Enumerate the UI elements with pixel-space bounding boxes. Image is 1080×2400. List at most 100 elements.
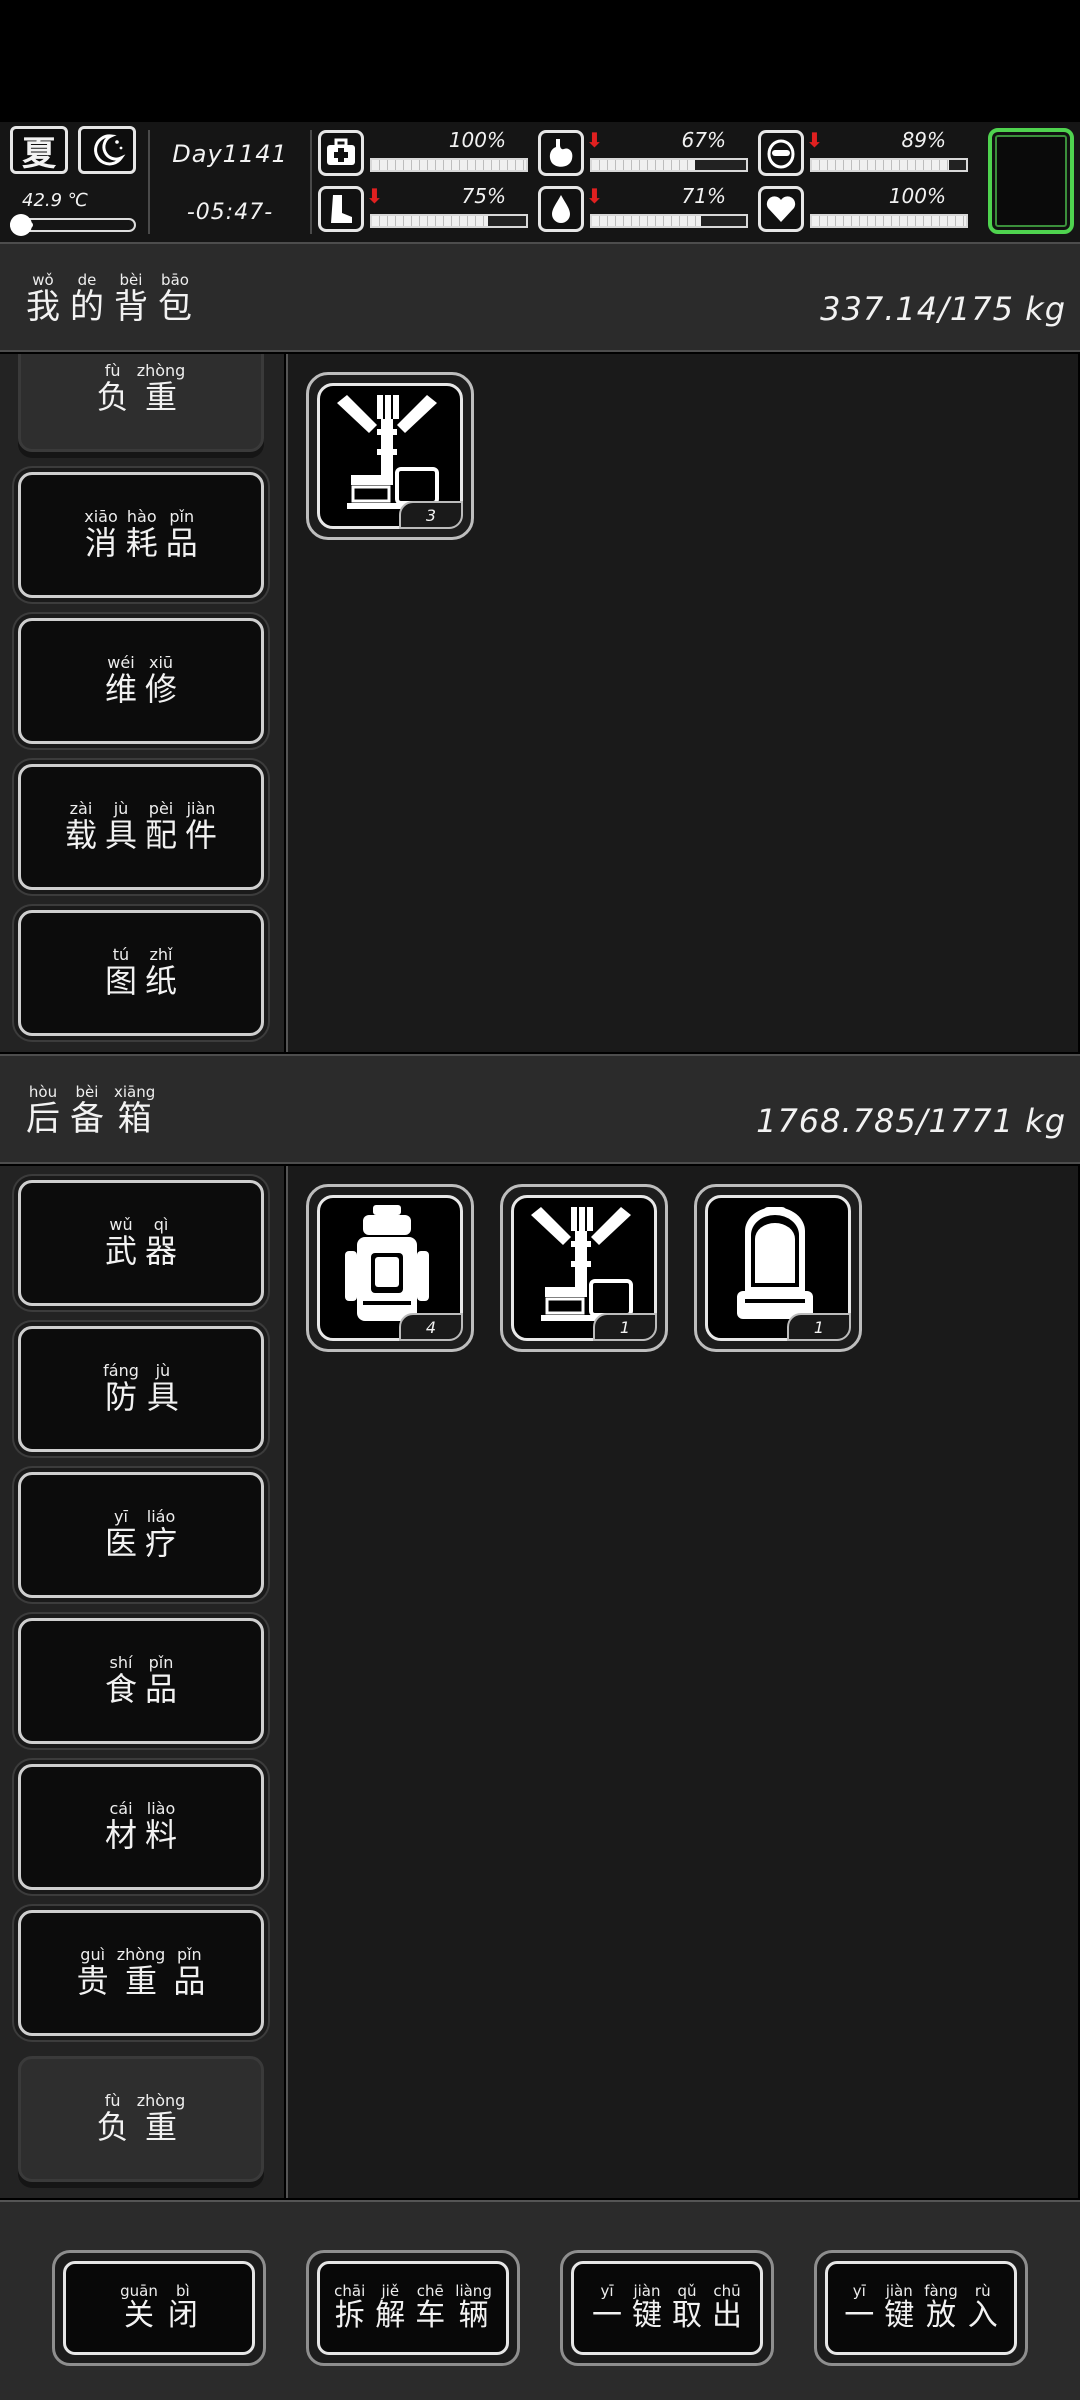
category-button[interactable]: wǔ 武 qì 器 [18,1180,264,1306]
item-count: 4 [399,1313,463,1341]
divider [310,130,312,234]
pinyin: chāi [334,2282,366,2300]
equipped-slot[interactable] [988,128,1074,234]
hanzi: 解 [375,2298,406,2333]
pinyin: liàng [455,2282,492,2300]
category-button[interactable]: xiāo 消 hào 耗 pǐn 品 [18,472,264,598]
season-badge[interactable]: 夏 [10,126,68,174]
pinyin: qǔ [677,2282,697,2300]
pinyin: liào [146,1799,176,1818]
item-slot[interactable]: 4 [306,1184,474,1352]
hanzi: 出 [712,2298,742,2333]
category-button[interactable]: fù 负 zhòng 重 [18,354,264,452]
button-face: yī 一 jiàn 键 qǔ 取 chū 出 [571,2261,763,2355]
hanzi: 闭 [167,2298,198,2333]
label-char: wéi 维 [105,655,137,708]
pinyin: jiàn [633,2282,661,2300]
label-char: yī 一 [592,2283,622,2333]
stat-bar [590,158,748,172]
label-char: guān 关 [120,2283,158,2333]
pinyin: guì [80,1945,106,1964]
label-char: chē 车 [415,2283,445,2333]
category-button[interactable]: guì 贵 zhòng 重 pǐn 品 [18,1910,264,2036]
label-char: shí 食 [105,1655,137,1708]
item-slot[interactable]: 3 [306,372,474,540]
close-button[interactable]: guān 关 bì 闭 [52,2250,266,2366]
hanzi: 医 [104,1524,137,1562]
hanzi: 品 [145,1670,178,1708]
stat-thirst[interactable]: ⬇ 71% [538,184,748,234]
trunk-header: hòu 后 bèi 备 xiāng 箱 1768.785/1771 kg [0,1054,1080,1164]
hanzi: 料 [145,1816,178,1854]
hanzi: 的 [70,287,104,327]
stat-health[interactable]: 100% [318,128,528,178]
moon-icon[interactable] [78,126,136,174]
trunk-title: hòu 后 bèi 备 xiāng 箱 [26,1084,155,1138]
category-button[interactable]: shí 食 pǐn 品 [18,1618,264,1744]
label-char: rù 入 [968,2283,998,2333]
pinyin: rù [974,2282,991,2300]
backpack-category-list[interactable]: fù 负 zhòng 重 xiāo 消 hào 耗 pǐn 品 wéi 维 xiū 修 zài 载 jù 具 pèi… [0,354,284,1052]
hanzi: 载 [64,816,97,854]
hanzi: 具 [104,816,137,854]
label-char: bì 闭 [168,2283,198,2333]
stat-value: 75% [461,184,506,208]
category-button[interactable]: fù 负 zhòng 重 [18,2056,264,2182]
hanzi: 备 [70,1099,104,1139]
game-screen: 夏 42.9 ℃ Day1141 -05:47- 100% ⬇ 67% ⬇ 89% ⬇ 75… [0,0,1080,2400]
pinyin: bèi [119,271,143,289]
label-char: pǐn 品 [173,1947,205,2000]
category-button[interactable]: wéi 维 xiū 修 [18,618,264,744]
pinyin: fàng [924,2282,958,2300]
hanzi: 重 [124,1962,157,2000]
item-slot[interactable]: 1 [500,1184,668,1352]
stat-heart[interactable]: 100% [758,184,968,234]
trunk-category-list[interactable]: wǔ 武 qì 器 fáng 防 jù 具 yī 医 liáo 疗 shí 食 pǐn 品 cái 材 liào 料 g… [0,1166,284,2198]
label-char: zhǐ 纸 [145,947,177,1000]
hanzi: 消 [84,524,117,562]
label-char: zài 载 [64,801,97,854]
dismantle-vehicle-button[interactable]: chāi 拆 jiě 解 chē 车 liàng 辆 [306,2250,520,2366]
item-count: 1 [787,1313,851,1341]
category-button[interactable]: zài 载 jù 具 pèi 配 jiàn 件 [18,764,264,890]
pinyin: bèi [75,1083,99,1101]
pinyin: yī [852,2282,866,2300]
hanzi: 键 [884,2298,915,2333]
put-all-button[interactable]: yī 一 jiàn 键 fàng 放 rù 入 [814,2250,1028,2366]
category-button[interactable]: cái 材 liào 料 [18,1764,264,1890]
day-counter: Day1141 [172,140,288,168]
label-char: liào 料 [145,1799,178,1854]
temperature-label: 42.9 ℃ [22,190,89,211]
stat-mood[interactable]: ⬇ 89% [758,128,968,178]
hanzi: 耗 [125,524,158,562]
pinyin: tú [112,945,130,964]
brain-icon [758,130,804,176]
category-button[interactable]: fáng 防 jù 具 [18,1326,264,1452]
category-button[interactable]: tú 图 zhǐ 纸 [18,910,264,1036]
stat-stamina[interactable]: ⬇ 75% [318,184,528,234]
label-char: qǔ 取 [672,2283,702,2333]
item-slot[interactable]: 1 [694,1184,862,1352]
hanzi: 包 [158,287,192,327]
hanzi: 件 [185,816,218,854]
item-count: 3 [399,501,463,529]
backpack-item-grid: 3 [286,354,1078,1052]
category-button[interactable]: yī 医 liáo 疗 [18,1472,264,1598]
label-char: pèi 配 [145,801,177,854]
label-char: xiāo 消 [84,509,118,562]
stat-bar [810,158,968,172]
pinyin: qì [153,1215,169,1234]
hanzi: 后 [26,1099,60,1139]
label-char: liàng 辆 [455,2283,492,2333]
pinyin: pǐn [148,1653,174,1672]
take-all-button[interactable]: yī 一 jiàn 键 qǔ 取 chū 出 [560,2250,774,2366]
hanzi: 我 [26,287,60,327]
hanzi: 重 [144,378,177,416]
label-char: chāi 拆 [334,2283,365,2333]
label-char: jiàn 件 [185,801,218,854]
stat-hunger[interactable]: ⬇ 67% [538,128,748,178]
pinyin: jiàn [885,2282,913,2300]
stomach-icon [538,130,584,176]
bottom-action-bar: guān 关 bì 闭 chāi 拆 jiě 解 chē 车 liàng 辆 yī 一 jiàn 键 qǔ 取 ch… [0,2200,1080,2400]
pinyin: wǔ [109,1215,133,1234]
